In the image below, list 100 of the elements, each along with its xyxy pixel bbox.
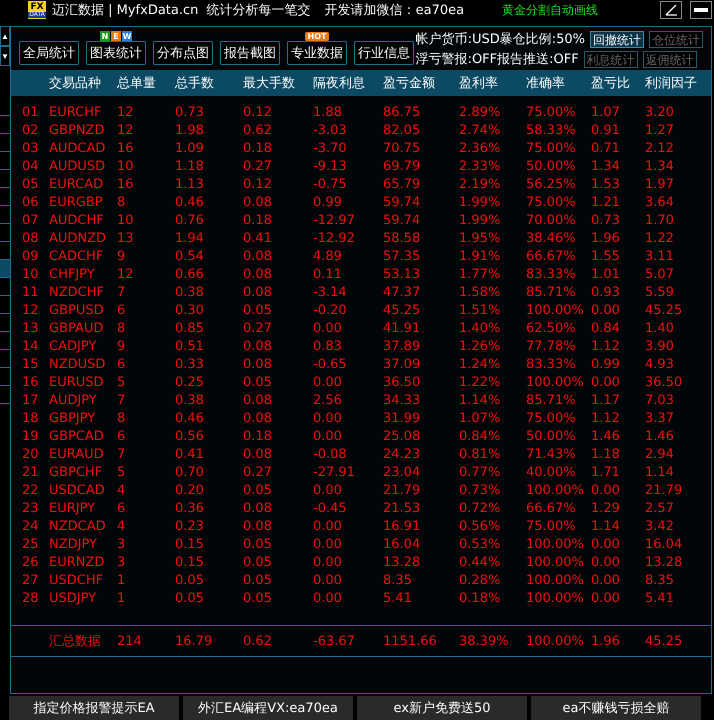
table-cell-text: 58.58 <box>383 230 422 246</box>
stat-button[interactable]: 利息统计 <box>584 50 638 68</box>
summary-cell-text: 38.39% <box>459 634 510 648</box>
table-cell-text: 1.77% <box>459 266 502 282</box>
table-cell-text: 1.34 <box>591 158 621 174</box>
table-cell-text: 7 <box>117 392 126 408</box>
table-cell-text: 53.13 <box>383 266 422 282</box>
table-cell-text: 08 <box>22 230 40 246</box>
minimize-button[interactable] <box>690 1 712 19</box>
table-cell-text: -0.75 <box>313 176 348 192</box>
table-cell-text: 83.33% <box>526 356 577 372</box>
table-cell-text: 0.66 <box>175 266 205 282</box>
toolbar-button[interactable]: 分布点图 <box>153 41 213 65</box>
table-cell-text: 1.99% <box>459 194 502 210</box>
table-cell-text: 1.34 <box>645 158 675 174</box>
summary-cell-text: -63.67 <box>313 634 356 648</box>
table-cell-text: 0.05 <box>243 554 273 570</box>
table-cell-text: 40.00% <box>526 464 577 480</box>
footer-button[interactable]: 指定价格报警提示EA <box>9 696 179 720</box>
table-cell-text: 0.00 <box>313 428 343 444</box>
table-cell-text: 1.24% <box>459 356 502 372</box>
footer-button[interactable]: ea不赚钱亏损全赔 <box>531 696 701 720</box>
table-cell-text: 1.91% <box>459 248 502 264</box>
table-cell-text: 1.09 <box>175 140 205 156</box>
table-cell-text: 75.00% <box>526 104 577 120</box>
table-cell-text: 25.08 <box>383 428 422 444</box>
toolbar-button[interactable]: 报告截图 <box>220 41 280 65</box>
stat-button[interactable]: 返佣统计 <box>642 50 697 68</box>
table-cell-text: 59.74 <box>383 212 422 228</box>
table-cell-text: 13.28 <box>645 554 684 570</box>
summary-cell-text: 汇总数据 <box>49 633 102 650</box>
footer-button[interactable]: 外汇EA编程VX:ea70ea <box>183 696 353 720</box>
table-cell-text: EURCAD <box>49 176 104 192</box>
badge: N <box>100 31 110 41</box>
scroll-down-button[interactable]: ▼ <box>0 46 10 66</box>
table-cell-text: 1.18 <box>591 446 621 462</box>
table-cell-text: GBPAUD <box>49 320 104 336</box>
table-cell-text: 23.04 <box>383 464 422 480</box>
table-cell-text: 0.23 <box>175 518 205 534</box>
table-cell-text: 0.00 <box>313 554 343 570</box>
table-cell-text: 10 <box>22 266 40 282</box>
promo-link[interactable]: 黄金分割自动画线 <box>502 2 598 18</box>
table-cell-text: 2.33% <box>459 158 502 174</box>
toolbar-button[interactable]: 专业数据 <box>287 41 347 65</box>
table-cell-text: 59.74 <box>383 194 422 210</box>
table-cell-text: 0.00 <box>313 572 343 588</box>
table-cell-text: 0.33 <box>175 356 205 372</box>
table-cell-text: AUDJPY <box>49 392 98 408</box>
table-cell-text: 75.00% <box>526 140 577 156</box>
table-cell-text: NZDJPY <box>49 536 98 552</box>
table-cell-text: USDCAD <box>49 482 106 498</box>
table-cell-text: 8.35 <box>645 572 675 588</box>
footer-button[interactable]: ex新户免费送50 <box>357 696 527 720</box>
table-cell-text: 2.89% <box>459 104 502 120</box>
table-cell-text: 1.51% <box>459 302 502 318</box>
toolbar-button[interactable]: 全局统计 <box>19 41 79 65</box>
stat-button[interactable]: 回撤统计 <box>590 30 644 48</box>
table-cell-text: 83.33% <box>526 266 577 282</box>
table-cell-text: -0.20 <box>313 302 348 318</box>
table-cell-text: -9.13 <box>313 158 348 174</box>
table-cell-text: 0.00 <box>591 374 621 390</box>
table-cell-text: 2.94 <box>645 446 675 462</box>
table-cell-text: 71.43% <box>526 446 577 462</box>
toolbar-button[interactable]: 图表统计 <box>86 41 146 65</box>
toolbar-button[interactable]: 行业信息 <box>354 41 414 65</box>
table-cell-text: 1.71 <box>591 464 621 480</box>
table-cell-text: 4.89 <box>313 248 343 264</box>
table-cell-text: 0.08 <box>243 266 273 282</box>
column-header: 利润因子 <box>645 75 698 92</box>
table-cell-text: 1.22 <box>645 230 675 246</box>
table-cell-text: 0.54 <box>175 248 205 264</box>
table-cell-text: 0.62 <box>243 122 273 138</box>
table-cell-text: 0.72% <box>459 500 502 516</box>
table-cell-text: 3.90 <box>645 338 675 354</box>
table-cell-text: 0.05 <box>175 590 205 606</box>
table-cell-text: 02 <box>22 122 40 138</box>
table-cell-text: 45.25 <box>383 302 422 318</box>
table-cell-text: EURGBP <box>49 194 104 210</box>
column-header: 盈亏金额 <box>383 75 436 92</box>
table-cell-text: 0.30 <box>175 302 205 318</box>
table-cell-text: 2.56 <box>313 392 343 408</box>
table-cell-text: 0.18 <box>243 212 273 228</box>
draw-button[interactable] <box>660 1 682 19</box>
table-cell-text: -0.65 <box>313 356 348 372</box>
stat-button[interactable]: 仓位统计 <box>649 30 703 48</box>
table-cell-text: 0.05 <box>243 302 273 318</box>
table-cell-text: 1.97 <box>645 176 675 192</box>
table-cell-text: 12 <box>117 122 135 138</box>
table-cell-text: -3.70 <box>313 140 348 156</box>
table-cell-text: 0.08 <box>243 284 273 300</box>
table-cell-text: 5.41 <box>383 590 413 606</box>
table-cell-text: 0.18 <box>243 140 273 156</box>
table-cell-text: 1.26% <box>459 338 502 354</box>
table-cell-text: 0.46 <box>175 194 205 210</box>
summary-cell-text: 214 <box>117 634 143 648</box>
table-cell-text: 1.12 <box>591 338 621 354</box>
table-cell-text: 05 <box>22 176 40 192</box>
scroll-up-button[interactable]: ▲ <box>0 26 10 46</box>
table-cell-text: 66.67% <box>526 248 577 264</box>
table-cell-text: 13 <box>22 320 40 336</box>
